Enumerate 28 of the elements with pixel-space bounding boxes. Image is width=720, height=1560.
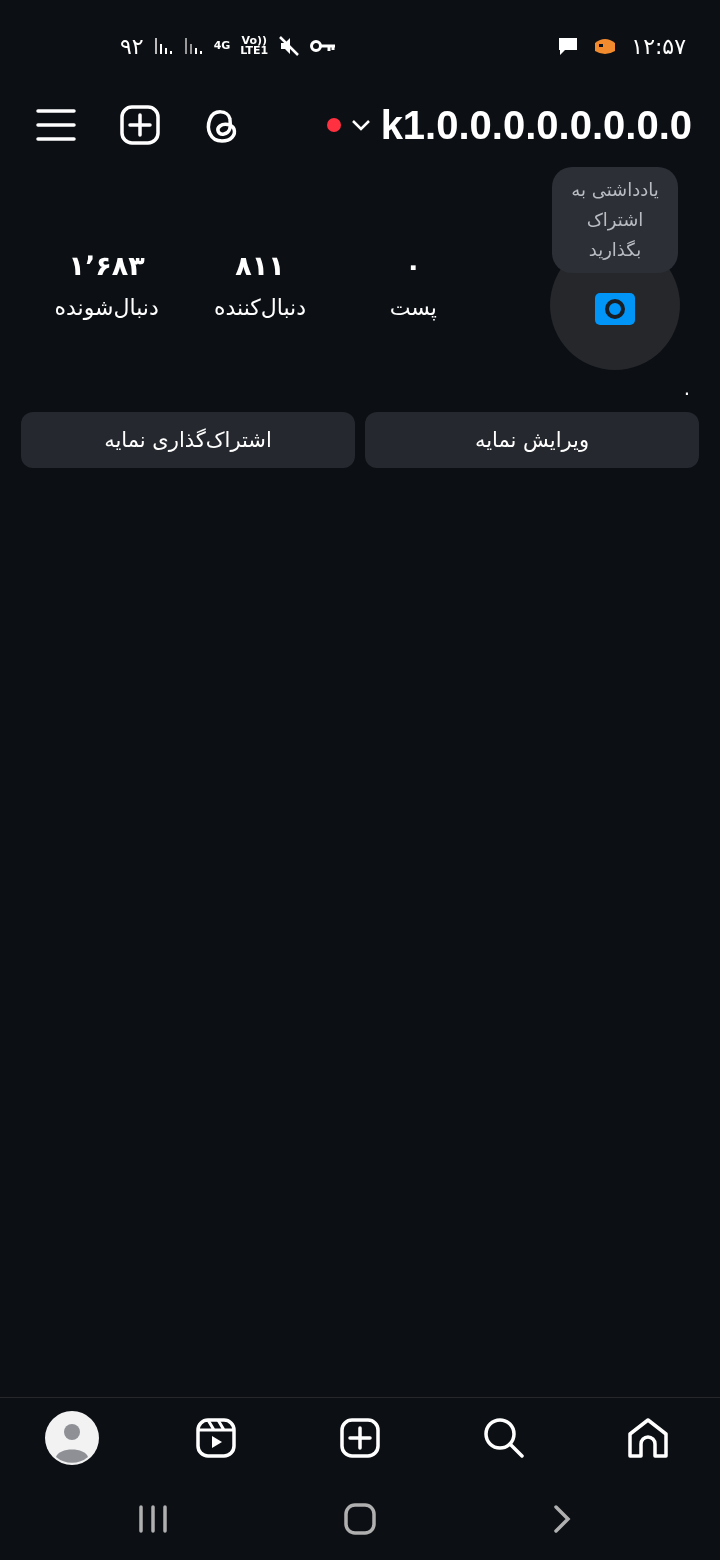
back-button[interactable] (552, 1504, 572, 1534)
stat-count: ۱٬۶۸۳ (68, 250, 145, 281)
key-icon (310, 38, 337, 54)
stat-count: ۰ (405, 250, 422, 281)
app-icon (593, 37, 618, 55)
camera-icon (595, 293, 635, 325)
clock: ۱۲:۵۷ (631, 33, 686, 59)
note-tooltip[interactable]: یادداشتی به اشتراک بگذارید (552, 167, 678, 273)
username[interactable]: k1.0.0.0.0.0.0.0.0 (380, 102, 692, 148)
stat-count: ۸۱۱ (235, 250, 285, 281)
volte-label: Vo)) LTE1 (240, 36, 269, 56)
network-type: 4G (213, 41, 231, 51)
signal-icon (183, 36, 204, 56)
battery-percent: ۹۲ (120, 33, 144, 59)
home-nav-button[interactable] (344, 1503, 376, 1535)
mute-icon (278, 35, 301, 57)
bio-text: . (683, 376, 690, 400)
signal-icon (153, 36, 174, 56)
profile-action-button[interactable]: ویرایش نمایه (365, 412, 699, 468)
stat-label: پست (389, 295, 437, 320)
message-icon (557, 35, 580, 57)
create-button[interactable] (120, 105, 160, 145)
menu-button[interactable] (36, 108, 76, 142)
recents-button[interactable] (138, 1505, 168, 1533)
chevron-down-icon[interactable] (350, 119, 371, 131)
stat-label: دنبال‌شونده (54, 295, 159, 320)
profile-action-button[interactable]: اشتراک‌گذاری نمایه (21, 412, 355, 468)
stat-label: دنبال‌کننده (213, 295, 306, 320)
